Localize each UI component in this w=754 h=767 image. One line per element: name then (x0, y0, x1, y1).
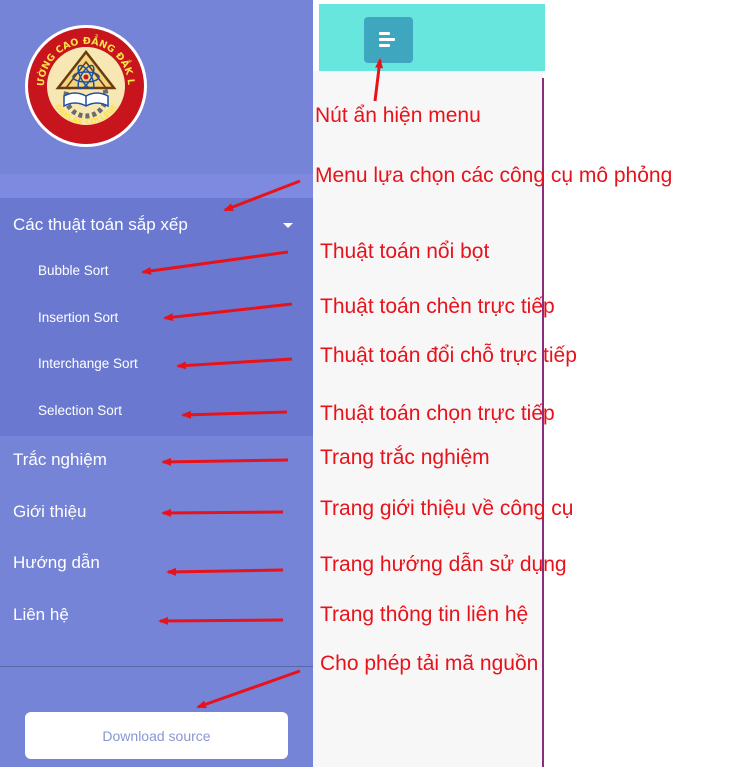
submenu-item-bubble-sort[interactable]: Bubble Sort (38, 263, 109, 278)
annotation-bubble: Thuật toán nổi bọt (320, 240, 490, 263)
download-source-button[interactable]: Download source (25, 712, 288, 759)
annotation-quiz: Trang trắc nghiệm (320, 446, 490, 469)
college-logo: TRƯỜNG CAO ĐẲNG ĐẮK LẮK DAKLAK COLLEGE (18, 12, 150, 150)
annotation-contact: Trang thông tin liên hệ (320, 603, 529, 626)
annotation-interchange: Thuật toán đổi chỗ trực tiếp (320, 344, 577, 367)
annotation-insertion: Thuật toán chèn trực tiếp (320, 295, 555, 318)
top-bar (319, 4, 545, 71)
menu-sorting-label: Các thuật toán sắp xếp (13, 215, 188, 234)
submenu-item-insertion-sort[interactable]: Insertion Sort (38, 310, 118, 325)
nav-item-contact[interactable]: Liên hệ (13, 605, 69, 625)
nav-item-quiz[interactable]: Trắc nghiệm (13, 450, 107, 470)
annotation-guide: Trang hướng dẫn sử dụng (320, 553, 567, 576)
menu-toggle-button[interactable] (364, 17, 413, 63)
annotation-toggle: Nút ẩn hiện menu (315, 104, 481, 127)
menu-sorting-algorithms[interactable]: Các thuật toán sắp xếp (13, 213, 298, 237)
annotation-download: Cho phép tải mã nguồn (320, 652, 539, 675)
caret-down-icon (283, 222, 293, 228)
submenu-item-selection-sort[interactable]: Selection Sort (38, 403, 122, 418)
annotation-about: Trang giới thiệu về công cụ (320, 497, 574, 520)
sidebar-divider (0, 666, 313, 667)
sidebar-separator-band (0, 174, 313, 198)
nav-item-guide[interactable]: Hướng dẫn (13, 553, 100, 573)
annotation-menu: Menu lựa chọn các công cụ mô phỏng (315, 164, 673, 187)
submenu-item-interchange-sort[interactable]: Interchange Sort (38, 356, 138, 371)
annotation-selection: Thuật toán chọn trực tiếp (320, 402, 555, 425)
nav-item-about[interactable]: Giới thiệu (13, 502, 87, 522)
screenshot-stage: TRƯỜNG CAO ĐẲNG ĐẮK LẮK DAKLAK COLLEGE C… (0, 0, 754, 767)
sidebar: TRƯỜNG CAO ĐẲNG ĐẮK LẮK DAKLAK COLLEGE C… (0, 0, 313, 767)
